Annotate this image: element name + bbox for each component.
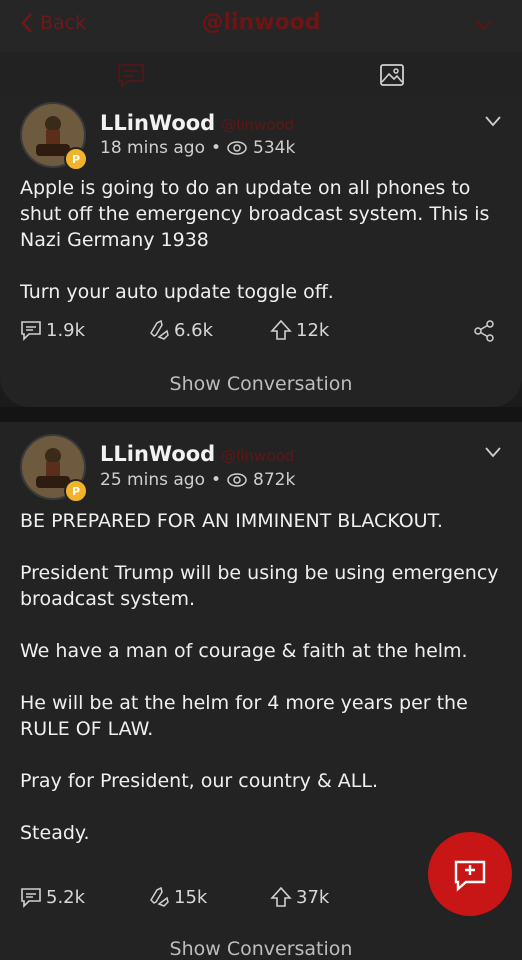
post-time: 25 mins ago (100, 470, 205, 490)
comment-icon (21, 888, 41, 908)
tab-bar (0, 52, 522, 148)
comment-button[interactable]: 1.9k (20, 319, 85, 341)
post-separator (0, 407, 522, 422)
post-body: BE PREPARED FOR AN IMMINENT BLACKOUT. Pr… (20, 510, 499, 844)
tab-media[interactable] (261, 52, 522, 97)
post-meta: 18 mins ago • 534k (100, 138, 295, 158)
username[interactable]: @linwood (221, 116, 294, 134)
feed-icon (117, 63, 144, 88)
share-icon[interactable] (472, 319, 496, 343)
post-card[interactable]: P LLinWood @linwood 18 mins ago • 534k Ap… (0, 97, 522, 407)
profile-handle-title: @linwood (201, 10, 321, 35)
show-conversation-link[interactable]: Show Conversation (0, 373, 522, 395)
chevron-down-icon[interactable] (474, 18, 494, 32)
repost-button[interactable]: 6.6k (148, 319, 213, 341)
show-conversation-link[interactable]: Show Conversation (0, 938, 522, 960)
compose-button[interactable] (428, 832, 512, 916)
compose-icon (454, 860, 486, 892)
post-actions: 1.9k 6.6k 12k (20, 319, 510, 347)
post-time: 18 mins ago (100, 138, 205, 158)
upvote-button[interactable]: 12k (270, 319, 329, 341)
display-name-text: LLinWood (100, 111, 216, 135)
username[interactable]: @linwood (221, 447, 294, 465)
comment-count: 5.2k (46, 886, 86, 908)
tab-posts[interactable] (0, 52, 261, 97)
upvote-icon (270, 319, 292, 340)
display-name-text: LLinWood (100, 442, 216, 466)
display-name[interactable]: LLinWood @linwood (100, 442, 294, 466)
image-icon (379, 63, 404, 86)
comment-count: 1.9k (46, 319, 86, 341)
chevron-down-icon[interactable] (484, 115, 502, 127)
meta-dot: • (210, 470, 221, 490)
post-meta: 25 mins ago • 872k (100, 470, 295, 490)
upvote-icon (270, 886, 292, 907)
comment-icon (21, 321, 41, 341)
upvote-count: 12k (296, 319, 330, 341)
repost-count: 15k (174, 886, 208, 908)
eye-icon (227, 473, 247, 487)
view-count: 534k (253, 138, 296, 158)
verified-badge: P (64, 147, 88, 171)
comment-button[interactable]: 5.2k (20, 886, 85, 908)
repost-button[interactable]: 15k (148, 886, 207, 908)
repost-icon (150, 886, 169, 907)
upvote-button[interactable]: 37k (270, 886, 329, 908)
verified-badge: P (64, 479, 88, 503)
view-count: 872k (253, 470, 296, 490)
top-bar: Back @linwood (0, 0, 522, 52)
upvote-count: 37k (296, 886, 330, 908)
repost-count: 6.6k (174, 319, 214, 341)
eye-icon (227, 141, 247, 155)
display-name[interactable]: LLinWood @linwood (100, 111, 294, 135)
repost-icon (150, 319, 169, 340)
meta-dot: • (210, 138, 221, 158)
chevron-down-icon[interactable] (484, 446, 502, 458)
post-body: Apple is going to do an update on all ph… (20, 177, 490, 303)
